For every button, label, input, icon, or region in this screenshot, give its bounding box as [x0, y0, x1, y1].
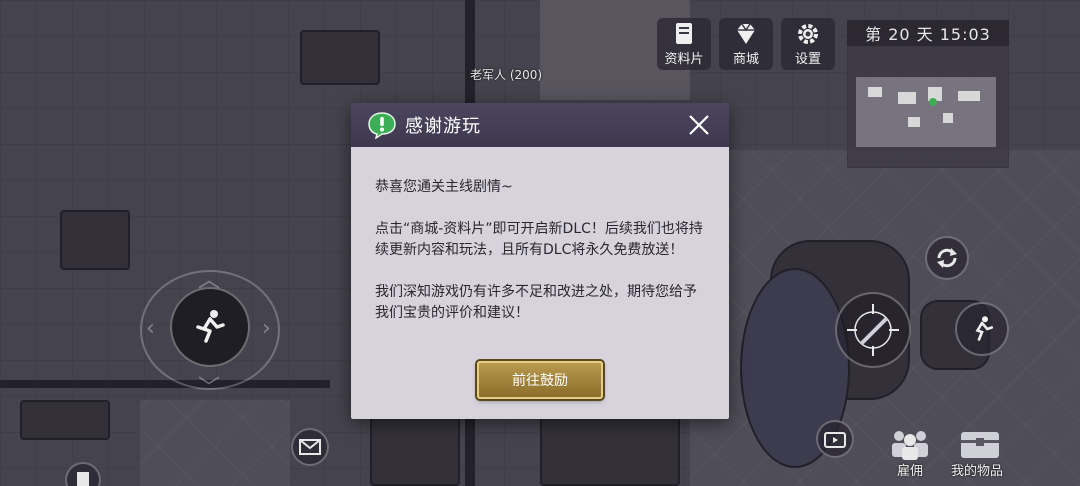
run-button[interactable] [170, 287, 250, 367]
day-clock: 第 20 天 15:03 [847, 20, 1009, 46]
dialog-title: 感谢游玩 [405, 116, 481, 137]
my-items-button[interactable]: 我的物品 [945, 424, 1015, 480]
crosshair-icon [847, 304, 899, 356]
dialog-body: 恭喜您通关主线剧情~ 点击“商城-资料片”即可开启新DLC！后续我们也将持续更新… [375, 177, 710, 345]
switch-button[interactable] [925, 236, 969, 280]
dialog-paragraph: 恭喜您通关主线剧情~ [375, 179, 513, 195]
dialog-paragraph: 我们深知游戏仍有许多不足和改进之处，期待您给予我们宝贵的评价和建议！ [375, 284, 697, 321]
my-items-label: 我的物品 [951, 464, 1004, 479]
mail-icon [299, 439, 321, 455]
gear-icon [798, 23, 818, 44]
dialog-paragraph: 点击“商城-资料片”即可开启新DLC！后续我们也将持续更新内容和玩法，且所有DL… [375, 221, 703, 258]
shop-label: 商城 [732, 51, 759, 67]
hire-button[interactable]: 雇佣 [885, 424, 935, 480]
minimap-graphic [856, 77, 996, 147]
exclamation-icon [368, 112, 396, 139]
tv-icon [824, 432, 846, 448]
tv-button[interactable] [816, 420, 854, 458]
chevron-down-icon: ﹀ [198, 376, 221, 401]
chevron-left-icon: ‹ [146, 316, 155, 341]
materials-label: 资料片 [664, 51, 704, 67]
close-icon[interactable] [687, 113, 711, 137]
settings-button[interactable]: 设置 [781, 18, 835, 70]
hire-label: 雇佣 [897, 464, 924, 479]
shop-button[interactable]: 商城 [719, 18, 773, 70]
run-icon [975, 316, 994, 341]
refresh-icon [937, 248, 957, 268]
chest-icon [961, 432, 999, 458]
thanks-dialog: 感谢游玩 恭喜您通关主线剧情~ 点击“商城-资料片”即可开启新DLC！后续我们也… [351, 103, 729, 419]
npc-name-label: 老军人 (200) [470, 68, 543, 82]
materials-button[interactable]: 资料片 [657, 18, 711, 70]
crowd-icon [892, 431, 928, 460]
chevron-right-icon: › [262, 316, 271, 341]
door-icon [77, 472, 89, 486]
minimap[interactable] [847, 46, 1009, 168]
encourage-button[interactable]: 前往鼓励 [477, 361, 603, 399]
sprint-button[interactable] [955, 302, 1009, 356]
run-icon [196, 310, 225, 343]
book-icon [676, 22, 692, 44]
mail-button[interactable] [291, 428, 329, 466]
settings-label: 设置 [794, 51, 821, 67]
dialog-header: 感谢游玩 [351, 103, 729, 147]
diamond-icon [737, 23, 755, 44]
attack-button[interactable] [835, 292, 911, 368]
